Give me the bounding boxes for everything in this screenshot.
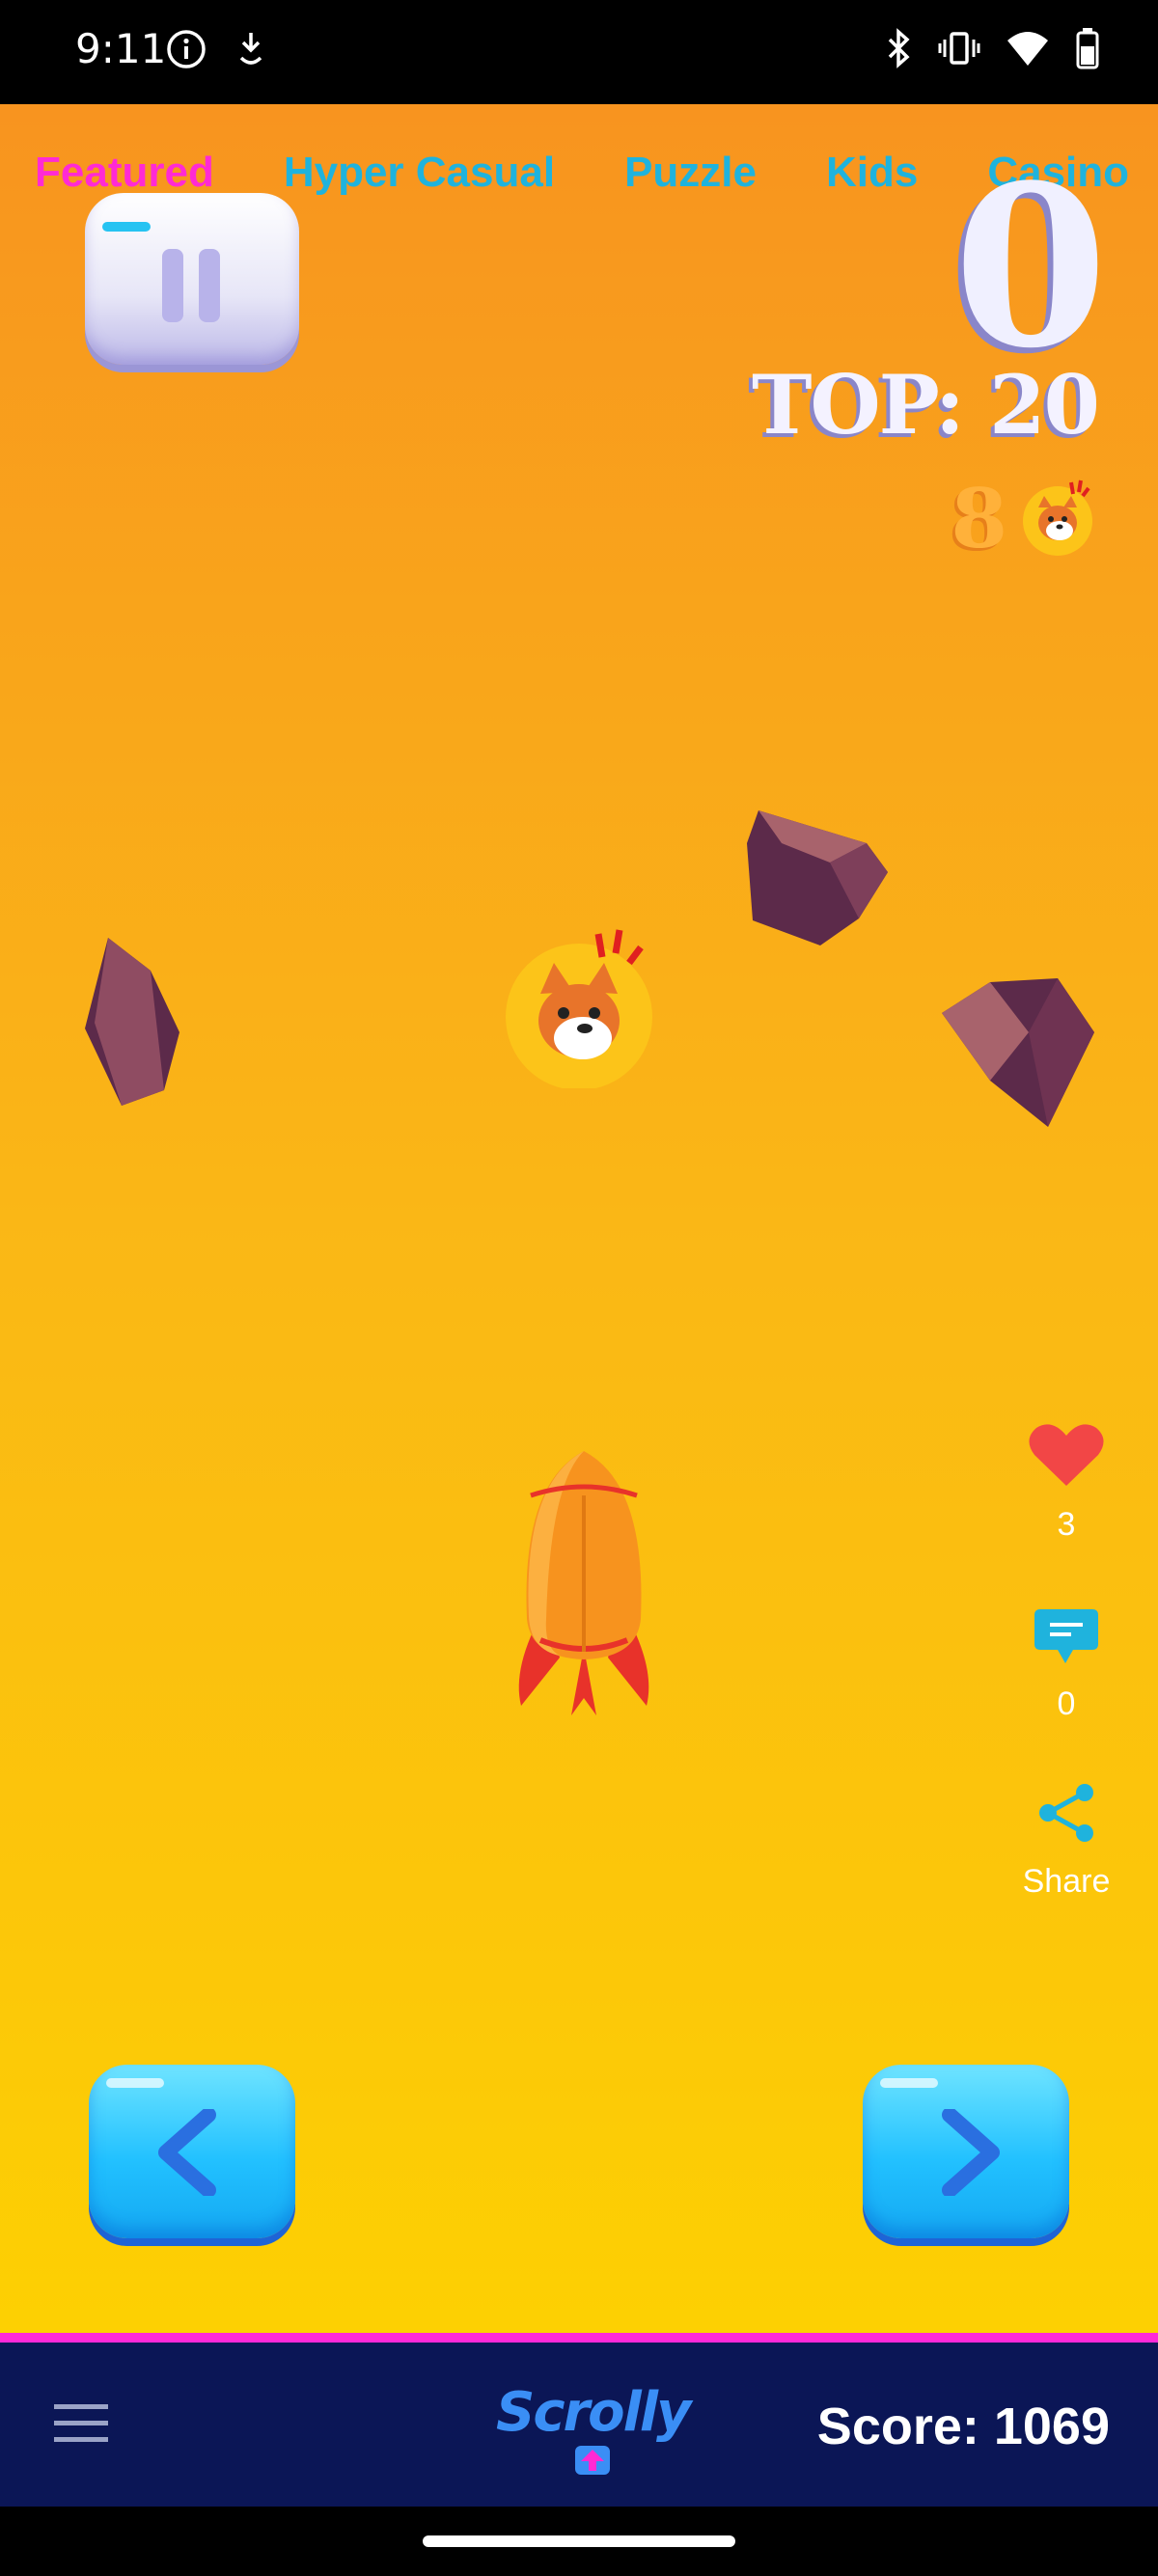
game-area[interactable]: Featured Hyper Casual Puzzle Kids Casino… bbox=[0, 104, 1158, 2333]
up-arrow-icon bbox=[573, 2446, 612, 2480]
button-gloss bbox=[880, 2078, 938, 2088]
button-gloss bbox=[106, 2078, 164, 2088]
heart-icon[interactable] bbox=[1029, 1424, 1104, 1495]
pause-icon bbox=[162, 249, 183, 322]
status-bar: 9:11 bbox=[0, 0, 1158, 104]
wifi-icon bbox=[1006, 29, 1050, 72]
home-gesture-handle[interactable] bbox=[423, 2535, 735, 2547]
current-score: 0 bbox=[952, 137, 1108, 397]
system-nav-bar bbox=[0, 2507, 1158, 2576]
battery-icon bbox=[1075, 27, 1100, 74]
logo-text: Scrolly bbox=[496, 2381, 692, 2444]
pause-icon-bar bbox=[199, 249, 220, 322]
dog-coin-pickup bbox=[502, 924, 656, 1093]
chevron-left-icon bbox=[152, 2107, 220, 2201]
vibrate-icon bbox=[938, 28, 980, 73]
tab-hyper-casual[interactable]: Hyper Casual bbox=[284, 149, 555, 197]
rocket-player[interactable] bbox=[502, 1445, 666, 1730]
tab-puzzle[interactable]: Puzzle bbox=[624, 149, 757, 197]
app-footer: Scrolly Score: 1069 bbox=[0, 2333, 1158, 2507]
total-score: Score: 1069 bbox=[816, 2398, 1110, 2455]
left-arrow-button[interactable] bbox=[89, 2065, 295, 2238]
coin-counter: 8 bbox=[951, 471, 1098, 566]
bluetooth-icon bbox=[884, 28, 913, 73]
asteroid-rock bbox=[83, 936, 183, 1112]
right-arrow-button[interactable] bbox=[863, 2065, 1069, 2238]
hamburger-menu-icon[interactable] bbox=[54, 2402, 108, 2450]
share-label: Share bbox=[1022, 1863, 1111, 1900]
status-time: 9:11 bbox=[75, 25, 167, 72]
comment-control[interactable]: 0 bbox=[994, 1605, 1139, 1723]
like-control[interactable]: 3 bbox=[994, 1420, 1139, 1544]
download-icon bbox=[235, 29, 266, 74]
comment-count: 0 bbox=[1057, 1685, 1076, 1722]
chevron-right-icon bbox=[938, 2107, 1006, 2201]
dog-coin-icon bbox=[1021, 475, 1098, 562]
like-count: 3 bbox=[1057, 1506, 1076, 1543]
scrolly-logo[interactable]: Scrolly bbox=[496, 2381, 692, 2481]
pause-button[interactable] bbox=[85, 193, 299, 365]
share-control[interactable]: Share bbox=[994, 1781, 1139, 1901]
share-icon[interactable] bbox=[1034, 1784, 1098, 1852]
asteroid-rock bbox=[743, 805, 897, 954]
info-icon bbox=[166, 29, 207, 74]
tab-kids[interactable]: Kids bbox=[826, 149, 918, 197]
button-gloss bbox=[102, 222, 151, 232]
coin-count: 8 bbox=[951, 471, 1007, 566]
comment-icon[interactable] bbox=[1033, 1609, 1100, 1675]
asteroid-rock bbox=[932, 974, 1096, 1134]
tab-featured[interactable]: Featured bbox=[35, 149, 214, 197]
top-score: TOP: 20 bbox=[752, 357, 1100, 452]
